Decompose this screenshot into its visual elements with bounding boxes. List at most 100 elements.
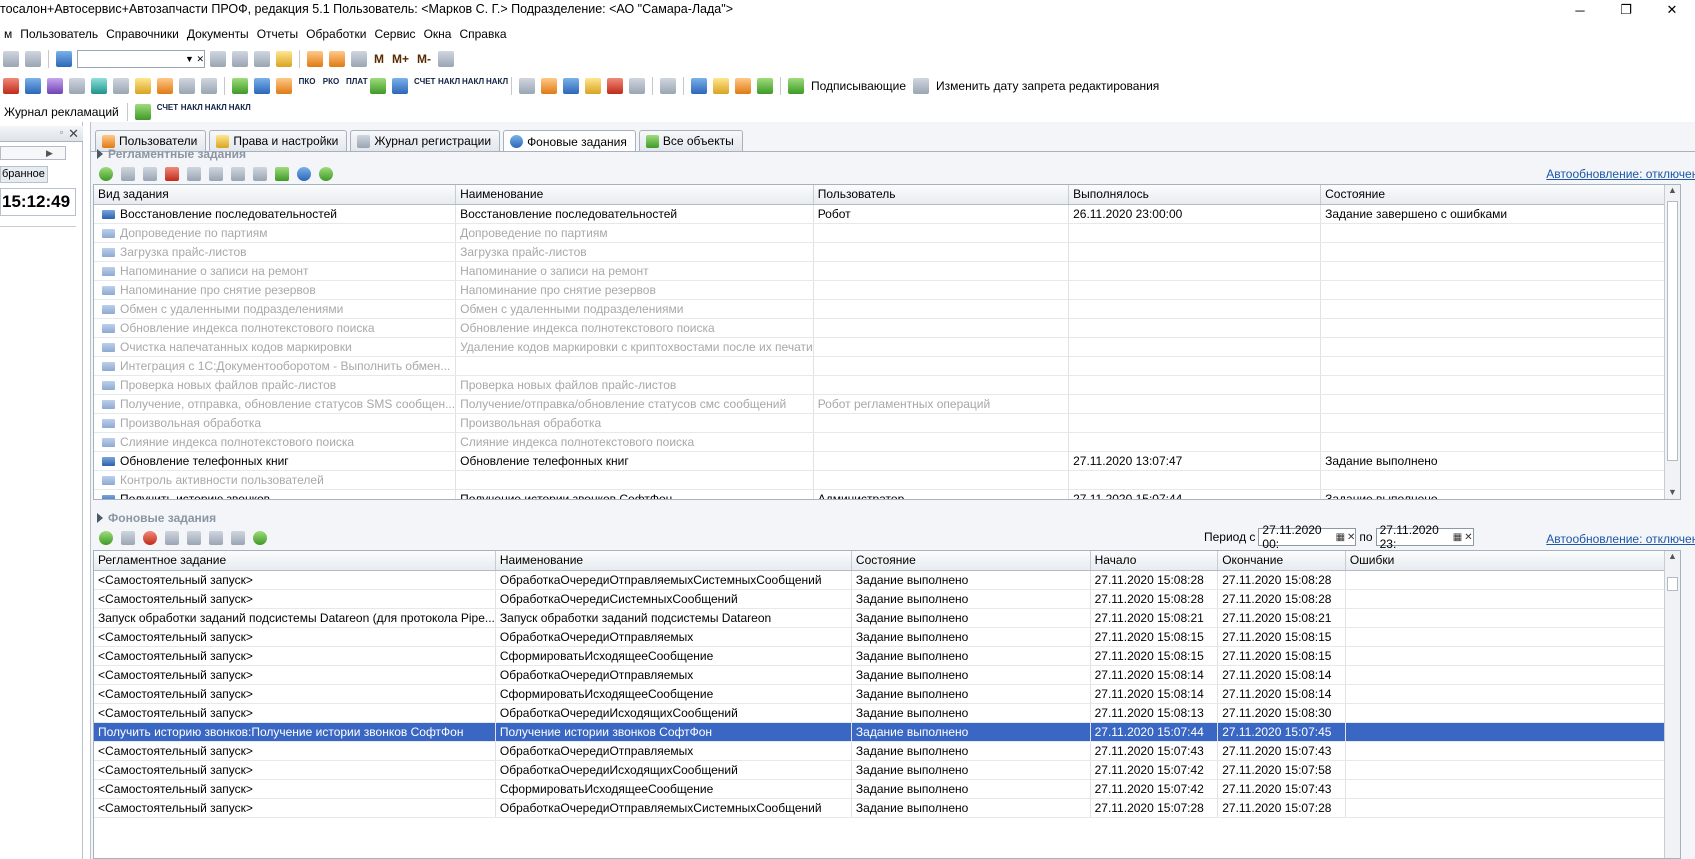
scroll-up-icon[interactable]: ▲ — [1665, 185, 1680, 199]
scroll-up-icon[interactable]: ▲ — [1665, 551, 1680, 565]
payment-icon[interactable]: ПЛАТ — [346, 78, 368, 94]
run-icon[interactable] — [275, 167, 289, 181]
users-icon[interactable] — [351, 51, 367, 67]
waybill-out-icon[interactable]: НАКЛ — [462, 78, 484, 94]
memory-minus-icon[interactable]: M- — [417, 52, 431, 66]
menu-item-documents[interactable]: Документы — [183, 27, 253, 41]
monitor-icon[interactable] — [91, 78, 107, 94]
table-row[interactable]: Получить историю звонков:Получение истор… — [94, 722, 1680, 742]
column-header[interactable]: Наименование — [495, 551, 852, 571]
arrows-icon[interactable] — [370, 78, 386, 94]
claims-journal-button[interactable]: Журнал рекламаций — [4, 105, 119, 119]
expand-icon[interactable] — [97, 149, 103, 159]
table-row[interactable]: <Самостоятельный запуск> ОбработкаОчереди… — [94, 741, 1680, 761]
tab-all-objects[interactable]: Все объекты — [638, 130, 743, 151]
expand-icon[interactable] — [97, 513, 103, 523]
cancel-icon[interactable] — [143, 531, 157, 545]
calendar-icon[interactable] — [329, 51, 345, 67]
wrench-icon[interactable] — [541, 78, 557, 94]
doc-icon[interactable] — [3, 78, 19, 94]
add-icon[interactable] — [99, 167, 113, 181]
memory-plus-icon[interactable]: M+ — [392, 52, 409, 66]
book-icon[interactable] — [691, 78, 707, 94]
menu-item-catalogs[interactable]: Справочники — [102, 27, 183, 41]
minimize-button[interactable]: ─ — [1557, 0, 1603, 20]
table-row[interactable]: Допроведение по партиям Допроведение по п… — [94, 223, 1680, 243]
chart-icon[interactable] — [135, 78, 151, 94]
table-row[interactable]: Обновление телефонных книг Обновление тел… — [94, 451, 1680, 471]
tab-background-jobs[interactable]: Фоновые задания — [503, 130, 636, 152]
maximize-button[interactable]: ❐ — [1603, 0, 1649, 20]
table-icon[interactable] — [201, 78, 217, 94]
scroll-thumb[interactable] — [1667, 201, 1678, 461]
table-row[interactable]: <Самостоятельный запуск> ОбработкаОчереди… — [94, 627, 1680, 647]
column-header[interactable]: Пользователь — [813, 185, 1070, 205]
column-header[interactable]: Вид задания — [94, 185, 457, 205]
waybill-return-icon[interactable]: НАКЛ — [229, 104, 251, 120]
page-icon[interactable] — [519, 78, 535, 94]
filter-icon[interactable] — [165, 531, 179, 545]
signers-icon[interactable] — [788, 78, 804, 94]
calendar-icon[interactable]: ▦ — [1453, 532, 1462, 543]
waybill-out-icon[interactable]: НАКЛ — [205, 104, 227, 120]
table-row[interactable]: <Самостоятельный запуск> ОбработкаОчереди… — [94, 703, 1680, 723]
close-icon[interactable]: ✕ — [68, 126, 79, 142]
table-row[interactable]: <Самостоятельный запуск> ОбработкаОчереди… — [94, 665, 1680, 685]
search-icon[interactable] — [56, 51, 72, 67]
table-row[interactable]: Напоминание о записи на ремонт Напоминани… — [94, 261, 1680, 281]
info-icon[interactable] — [276, 51, 292, 67]
find-prev-icon[interactable] — [232, 51, 248, 67]
calculator-icon[interactable] — [307, 51, 323, 67]
waybill-in-icon[interactable]: НАКЛ — [181, 104, 203, 120]
table-row[interactable]: Получить историю звонков Получение истори… — [94, 489, 1680, 499]
group-icon[interactable] — [735, 78, 751, 94]
megaphone-icon[interactable] — [660, 78, 676, 94]
people-icon[interactable] — [25, 78, 41, 94]
table-row[interactable]: Обмен с удаленными подразделениями Обмен … — [94, 299, 1680, 319]
search-input[interactable]: ▼ ✕ — [77, 50, 205, 68]
table-row[interactable]: Запуск обработки заданий подсистемы Data… — [94, 608, 1680, 628]
close-button[interactable]: ✕ — [1649, 0, 1695, 20]
table-row[interactable]: <Самостоятельный запуск> ОбработкаОчереди… — [94, 570, 1680, 590]
forward-icon[interactable] — [25, 51, 41, 67]
arrows-icon[interactable] — [134, 104, 151, 120]
calc-sheet-icon[interactable] — [629, 78, 645, 94]
clear-icon[interactable]: ✕ — [1347, 532, 1355, 543]
filter-icon[interactable] — [187, 167, 201, 181]
clear-icon[interactable]: ✕ — [1464, 532, 1472, 543]
waybill-in-icon[interactable]: НАКЛ — [438, 78, 460, 94]
play-icon[interactable]: ▶ — [46, 148, 53, 159]
menu-item-reports[interactable]: Отчеты — [253, 27, 302, 41]
column-header[interactable]: Состояние — [851, 551, 1091, 571]
column-header[interactable]: Ошибки — [1345, 551, 1680, 571]
scroll-down-icon[interactable]: ▼ — [1665, 487, 1680, 499]
table-row[interactable]: <Самостоятельный запуск> ОбработкаОчереди… — [94, 589, 1680, 609]
filter-clear-icon[interactable] — [209, 167, 223, 181]
table-row[interactable]: <Самостоятельный запуск> СформироватьИсхо… — [94, 684, 1680, 704]
back-icon[interactable] — [3, 51, 19, 67]
menu-item-operations[interactable]: м — [0, 27, 16, 41]
transfer-icon[interactable] — [276, 78, 292, 94]
background-section-header[interactable]: Фоновые задания — [97, 510, 216, 526]
date-lock-icon[interactable] — [913, 78, 930, 94]
table-row[interactable]: <Самостоятельный запуск> ОбработкаОчереди… — [94, 760, 1680, 780]
find-next-icon[interactable] — [210, 51, 226, 67]
table-row[interactable]: Восстановление последовательностей Восста… — [94, 204, 1680, 224]
delete-icon[interactable] — [165, 167, 179, 181]
column-header[interactable]: Регламентное задание — [94, 551, 496, 571]
pko-icon[interactable]: ПКО — [298, 78, 316, 94]
calendar-icon[interactable]: ▦ — [1336, 532, 1345, 543]
rko-icon[interactable]: РКО — [322, 78, 340, 94]
person-icon[interactable] — [757, 78, 773, 94]
copy-icon[interactable] — [121, 167, 135, 181]
scheduled-scrollbar[interactable]: ▲ ▼ — [1664, 185, 1680, 499]
panel-selector[interactable] — [0, 146, 66, 160]
table-row[interactable]: Интеграция с 1С:Документооборотом - Выпо… — [94, 356, 1680, 376]
column-header[interactable]: Начало — [1090, 551, 1219, 571]
menu-item-service[interactable]: Сервис — [370, 27, 419, 41]
table-row[interactable]: Слияние индекса полнотекстового поиска Сл… — [94, 432, 1680, 452]
filter-clear-icon[interactable] — [187, 531, 201, 545]
chevron-down-icon[interactable]: ▼ ✕ — [185, 54, 204, 65]
table-row[interactable]: <Самостоятельный запуск> СформироватьИсхо… — [94, 646, 1680, 666]
table-row[interactable]: Напоминание про снятие резервов Напоминан… — [94, 280, 1680, 300]
